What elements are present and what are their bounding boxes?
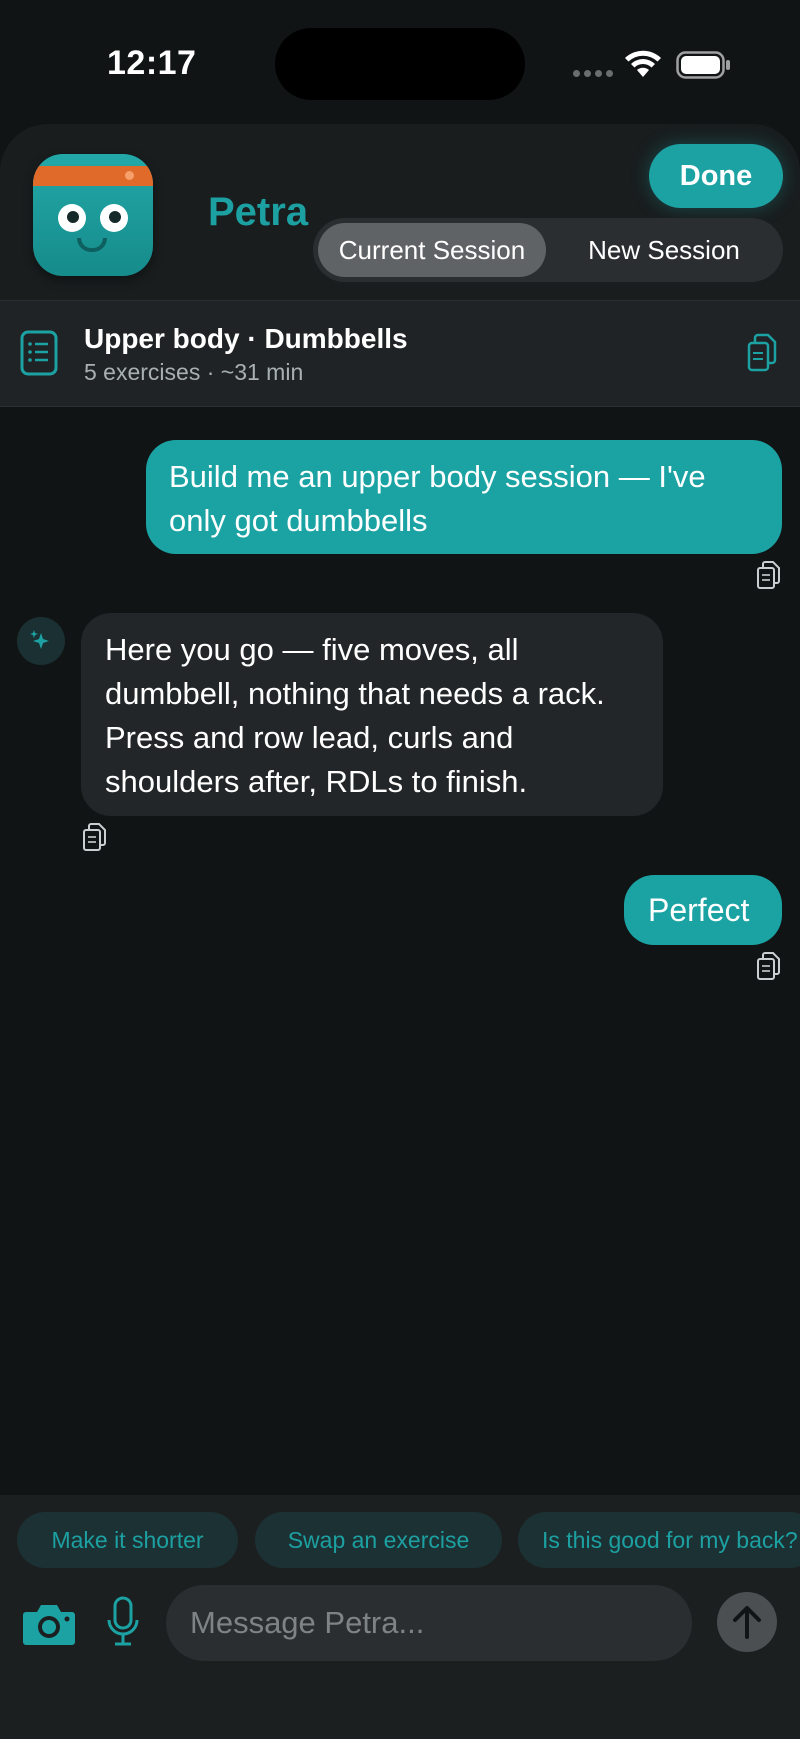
microphone-icon[interactable] — [106, 1596, 140, 1648]
copy-icon[interactable] — [756, 560, 782, 590]
document-icon — [20, 330, 58, 376]
wifi-icon — [625, 50, 661, 77]
status-bar: 12:17 — [0, 0, 800, 120]
session-summary-bar[interactable]: Upper body · Dumbbells 5 exercises · ~31… — [0, 300, 800, 407]
session-segmented-control: Current Session New Session — [313, 218, 783, 282]
done-button[interactable]: Done — [649, 144, 783, 208]
dynamic-island — [275, 28, 525, 100]
status-time: 12:17 — [107, 44, 197, 82]
session-meta: 5 exercises · ~31 min — [84, 359, 304, 385]
assistant-name: Petra — [208, 190, 309, 234]
assistant-message: Here you go — five moves, all dumbbell, … — [81, 613, 663, 816]
suggestion-chip[interactable]: Swap an exercise — [255, 1512, 502, 1568]
suggestion-chip[interactable]: Make it shorter — [17, 1512, 238, 1568]
message-input-container — [166, 1585, 692, 1661]
message-input[interactable] — [166, 1585, 692, 1661]
assistant-badge — [17, 617, 65, 665]
battery-icon — [676, 51, 730, 79]
copy-icon[interactable] — [756, 951, 782, 981]
suggestion-chip[interactable]: Is this good for my back? — [518, 1512, 800, 1568]
send-arrow-icon — [733, 1606, 761, 1639]
session-title: Upper body · Dumbbells — [84, 323, 408, 354]
chat-header: Petra Done Current Session New Session — [0, 124, 800, 300]
petra-avatar — [33, 154, 153, 276]
camera-icon[interactable] — [22, 1602, 76, 1646]
copy-icon[interactable] — [82, 822, 108, 852]
user-message: Perfect — [624, 875, 782, 945]
sparkle-icon — [30, 630, 49, 649]
cellular-signal-icon — [573, 70, 613, 78]
copy-icon[interactable] — [746, 333, 778, 373]
composer-area: Make it shorter Swap an exercise Is this… — [0, 1495, 800, 1739]
user-message: Build me an upper body session — I've on… — [146, 440, 782, 554]
new-session-tab[interactable]: New Session — [550, 223, 778, 277]
current-session-tab[interactable]: Current Session — [318, 223, 546, 277]
send-button[interactable] — [717, 1592, 777, 1652]
